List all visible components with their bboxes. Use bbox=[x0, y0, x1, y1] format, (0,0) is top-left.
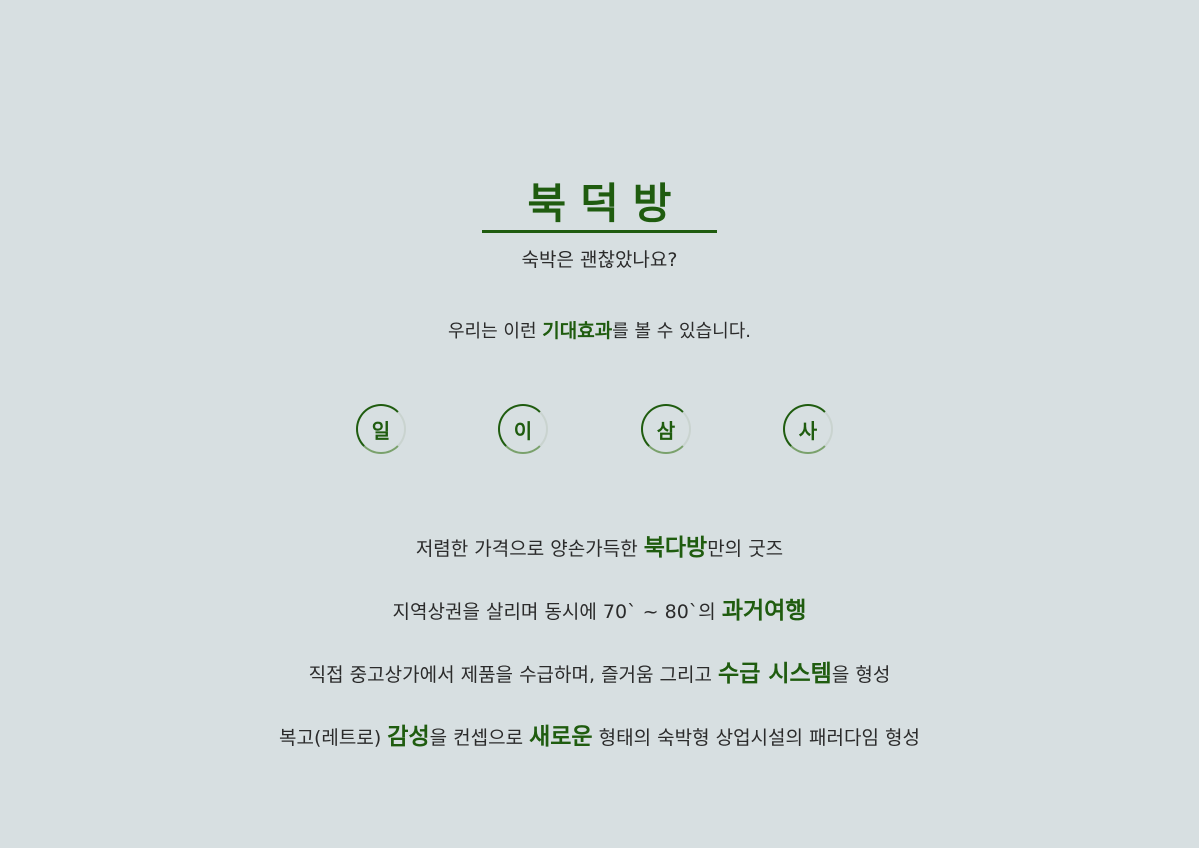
effect-item-3: 직접 중고상가에서 제품을 수급하며, 즐거움 그리고 수급 시스템을 형성 bbox=[0, 656, 1199, 719]
intro-after: 를 볼 수 있습니다. bbox=[612, 321, 751, 342]
effect-item-2: 지역상권을 살리며 동시에 70` ~ 80`의 과거여행 bbox=[0, 593, 1199, 656]
intro-before: 우리는 이런 bbox=[448, 321, 543, 342]
effect-item-4: 복고(레트로) 감성을 컨셉으로 새로운 형태의 숙박형 상업시설의 패러다임 … bbox=[0, 719, 1199, 782]
number-circles: 일 이 삼 사 bbox=[0, 404, 1199, 454]
effect-text: 형태의 숙박형 상업시설의 패러다임 형성 bbox=[592, 727, 920, 749]
effect-highlight: 새로운 bbox=[529, 724, 593, 750]
effects-list: 저렴한 가격으로 양손가득한 북다방만의 굿즈 지역상권을 살리며 동시에 70… bbox=[0, 530, 1199, 782]
hero-section: 북덕방 숙박은 괜찮았나요? bbox=[0, 180, 1199, 272]
circle-button-1[interactable]: 일 bbox=[356, 404, 406, 454]
effect-text: 지역상권을 살리며 동시에 70` ~ 80`의 bbox=[392, 601, 722, 623]
intro-highlight: 기대효과 bbox=[542, 320, 613, 342]
effect-text: 저렴한 가격으로 양손가득한 bbox=[415, 538, 644, 560]
circle-button-4[interactable]: 사 bbox=[783, 404, 833, 454]
intro-text: 우리는 이런 기대효과를 볼 수 있습니다. bbox=[0, 316, 1199, 343]
circle-button-3[interactable]: 삼 bbox=[641, 404, 691, 454]
effect-highlight: 수급 시스템 bbox=[718, 661, 832, 687]
effect-text: 을 컨셉으로 bbox=[429, 727, 530, 749]
brand-underline bbox=[482, 230, 717, 233]
effect-highlight: 감성 bbox=[387, 724, 430, 750]
tagline: 숙박은 괜찮았나요? bbox=[521, 249, 678, 271]
effect-text: 을 형성 bbox=[831, 664, 891, 686]
brand-title: 북덕방 bbox=[527, 179, 686, 228]
effect-text: 복고(레트로) bbox=[279, 727, 388, 749]
effect-text: 만의 굿즈 bbox=[707, 538, 784, 560]
effect-text: 직접 중고상가에서 제품을 수급하며, 즐거움 그리고 bbox=[308, 664, 719, 686]
effect-item-1: 저렴한 가격으로 양손가득한 북다방만의 굿즈 bbox=[0, 530, 1199, 593]
effect-highlight: 북다방 bbox=[643, 535, 708, 561]
circle-button-2[interactable]: 이 bbox=[498, 404, 548, 454]
effect-highlight: 과거여행 bbox=[721, 598, 807, 624]
